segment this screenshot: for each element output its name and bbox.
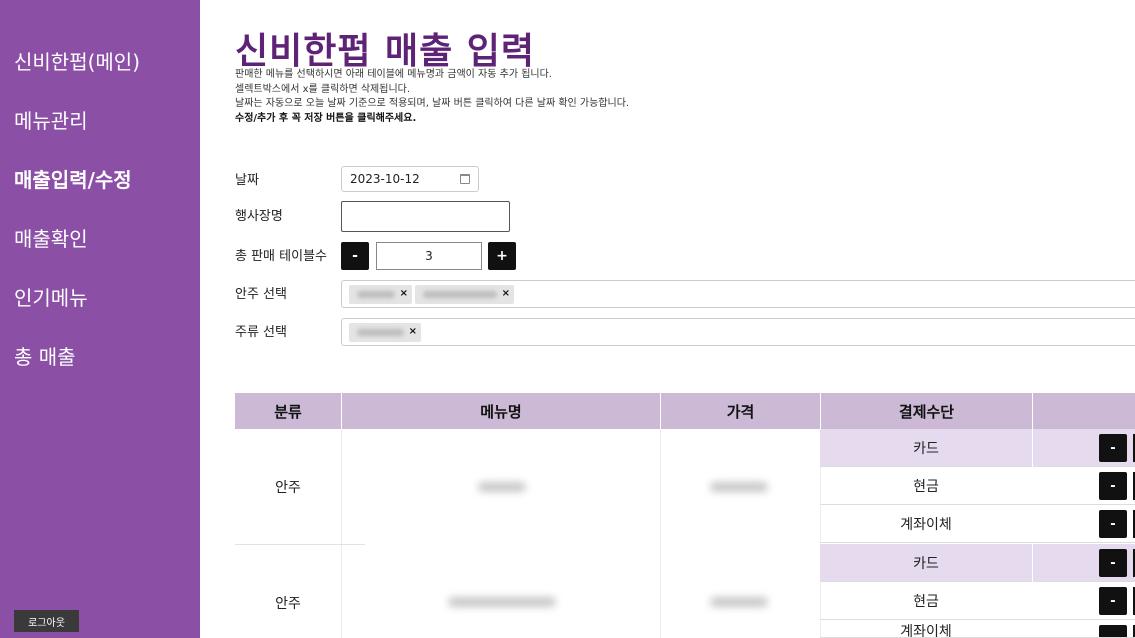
nav-item-main[interactable]: 신비한펍(메인)	[14, 46, 140, 75]
calendar-icon[interactable]	[460, 174, 470, 184]
sidebar: 신비한펍(메인) 메뉴관리 매출입력/수정 매출확인 인기메뉴 총 매출 로그아…	[0, 0, 200, 638]
column-header-payment: 결제수단	[821, 393, 1033, 429]
remove-row-button[interactable]: -	[1099, 625, 1127, 637]
remove-row-button[interactable]: -	[1099, 510, 1127, 538]
nav-item-popular-menu[interactable]: 인기메뉴	[14, 282, 88, 311]
nav-item-menu-management[interactable]: 메뉴관리	[14, 105, 88, 134]
sales-table-header: 분류 메뉴명 가격 결제수단	[235, 393, 1135, 429]
nav-item-sales-check[interactable]: 매출확인	[14, 223, 88, 252]
payment-row: 현금 -	[820, 467, 1135, 505]
instruction-line: 날짜는 자동으로 오늘 날짜 기준으로 적용되며, 날짜 버튼 클릭하여 다른 …	[235, 98, 630, 110]
selected-chip: ×	[415, 285, 514, 304]
chip-remove-icon[interactable]: ×	[409, 326, 417, 337]
payment-row: 현금 -	[820, 582, 1135, 620]
payment-row: 계좌이체 -	[820, 620, 1135, 638]
chip-remove-icon[interactable]: ×	[400, 288, 408, 299]
nav-item-sales-input[interactable]: 매출입력/수정	[14, 164, 132, 193]
instruction-line: 판매한 메뉴를 선택하시면 아래 테이블에 메뉴명과 금액이 자동 추가 됩니다…	[235, 69, 552, 80]
payment-method[interactable]: 계좌이체	[820, 505, 1032, 543]
app: 신비한펍(메인) 메뉴관리 매출입력/수정 매출확인 인기메뉴 총 매출 로그아…	[0, 0, 1135, 638]
column-header-price: 가격	[661, 393, 821, 429]
redacted-price	[710, 482, 768, 492]
category-cell: 안주	[275, 595, 301, 612]
logout-button[interactable]: 로그아웃	[14, 610, 79, 632]
chip-remove-icon[interactable]: ×	[502, 288, 510, 299]
event-label: 행사장명	[235, 209, 283, 224]
column-divider	[660, 429, 661, 638]
instruction-line: 셀렉트박스에서 x를 클릭하면 삭제됩니다.	[235, 83, 411, 95]
payment-row: 카드 -	[820, 544, 1135, 582]
redacted-menu-name	[448, 597, 556, 607]
redacted-menu-name	[478, 482, 526, 492]
column-header-category: 분류	[235, 393, 342, 429]
redacted-text	[423, 291, 497, 298]
date-input[interactable]: 2023-10-12	[341, 166, 479, 192]
selected-chip: ×	[349, 323, 421, 342]
snack-select-label: 안주 선택	[235, 287, 287, 302]
tables-count-input[interactable]: 3	[376, 242, 482, 270]
remove-row-button[interactable]: -	[1099, 549, 1127, 577]
payment-row: 계좌이체 -	[820, 505, 1135, 543]
redacted-text	[357, 329, 404, 336]
payment-method[interactable]: 현금	[820, 467, 1032, 505]
category-cell: 안주	[275, 479, 301, 496]
event-name-input[interactable]	[341, 201, 510, 232]
drink-select-label: 주류 선택	[235, 325, 287, 340]
payment-row: 카드 -	[820, 429, 1135, 467]
remove-row-button[interactable]: -	[1099, 587, 1127, 615]
column-header-menu-name: 메뉴명	[342, 393, 661, 429]
remove-row-button[interactable]: -	[1099, 434, 1127, 462]
drink-select[interactable]: ×	[341, 318, 1135, 346]
instruction-line-important: 수정/추가 후 꼭 저장 버튼을 클릭해주세요.	[235, 113, 417, 125]
tables-plus-button[interactable]: +	[488, 242, 516, 270]
payment-method[interactable]: 현금	[820, 582, 1032, 620]
column-divider	[341, 429, 342, 638]
payment-method[interactable]: 카드	[820, 429, 1032, 467]
tables-label: 총 판매 테이블수	[235, 249, 327, 264]
redacted-price	[710, 597, 768, 607]
instructions: 판매한 메뉴를 선택하시면 아래 테이블에 메뉴명과 금액이 자동 추가 됩니다…	[235, 68, 629, 127]
tables-minus-button[interactable]: -	[341, 242, 369, 270]
page-title: 신비한펍 매출 입력	[235, 31, 536, 72]
column-divider	[1032, 429, 1033, 467]
date-value: 2023-10-12	[350, 172, 420, 186]
date-label: 날짜	[235, 173, 259, 188]
snack-select[interactable]: × ×	[341, 280, 1135, 308]
selected-chip: ×	[349, 285, 412, 304]
remove-row-button[interactable]: -	[1099, 472, 1127, 500]
payment-method[interactable]: 카드	[820, 544, 1032, 582]
redacted-text	[357, 291, 395, 298]
nav-item-total-sales[interactable]: 총 매출	[14, 341, 76, 370]
column-divider	[1032, 544, 1033, 582]
payment-method[interactable]: 계좌이체	[820, 620, 1032, 637]
